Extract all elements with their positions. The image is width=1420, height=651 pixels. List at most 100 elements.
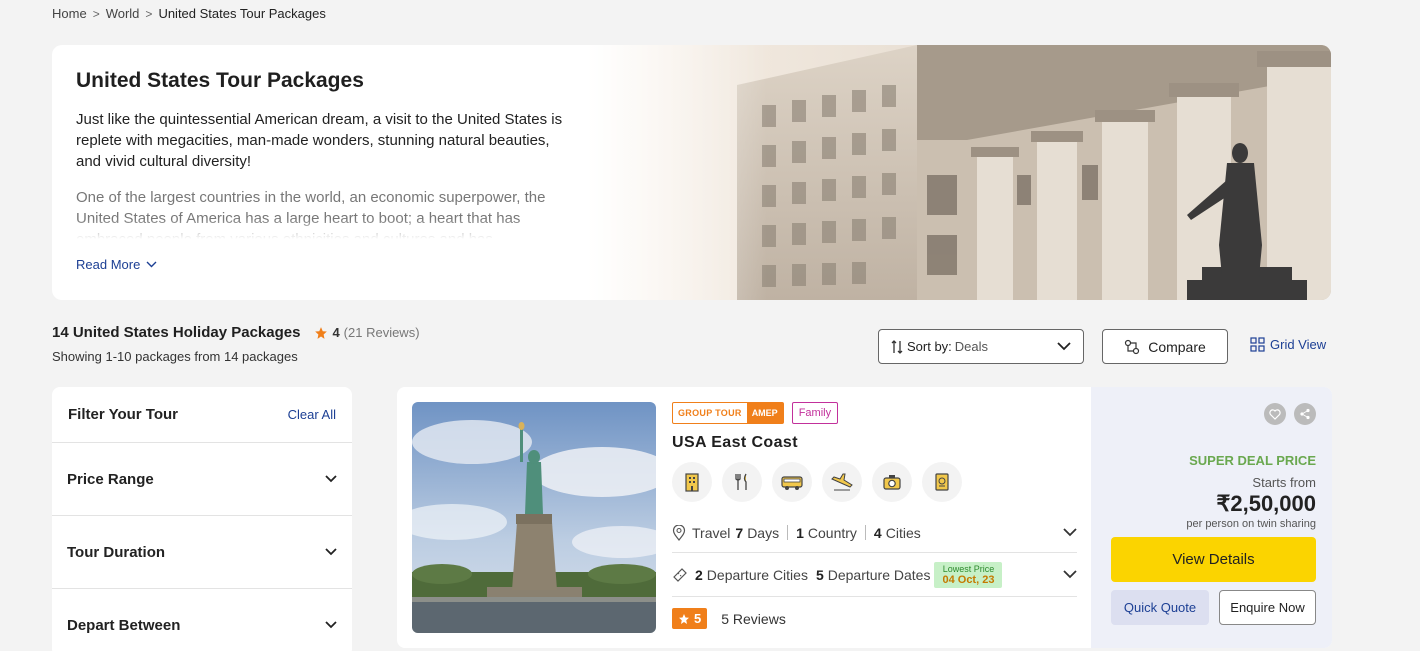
package-card: GROUP TOUR AMEP Family USA East Coast Tr… <box>397 387 1332 648</box>
overall-rating: 4 (21 Reviews) <box>314 325 420 340</box>
filter-panel: Filter Your Tour Clear All Price Range T… <box>52 387 352 651</box>
star-icon <box>315 326 328 339</box>
results-summary: 14 United States Holiday Packages 4 (21 … <box>52 324 420 364</box>
filter-tour-duration[interactable]: Tour Duration <box>52 516 352 589</box>
grid-view-label: Grid View <box>1270 337 1327 352</box>
results-heading: 14 United States Holiday Packages 4 (21 … <box>52 324 420 341</box>
breadcrumb-home[interactable]: Home <box>52 6 87 21</box>
bus-icon <box>772 462 812 502</box>
travel-label: Travel <box>692 524 731 541</box>
package-reviews-link[interactable]: 5 Reviews <box>721 611 786 627</box>
breadcrumb-separator: > <box>92 6 100 21</box>
rating-value: 4 <box>332 325 340 340</box>
hero-text: United States Tour Packages Just like th… <box>76 69 576 272</box>
days-value: 7 <box>735 524 744 541</box>
share-icon[interactable] <box>1294 403 1316 425</box>
family-tag: Family <box>791 402 839 424</box>
hero-description-text: One of the largest countries in the worl… <box>76 189 546 239</box>
package-price: ₹2,50,000 <box>1216 491 1316 516</box>
chevron-down-icon <box>1057 342 1071 351</box>
cities-value: 4 <box>873 524 882 541</box>
tag-group-label: GROUP TOUR <box>678 408 742 418</box>
filter-title: Filter Your Tour <box>68 406 179 423</box>
group-tour-tag: GROUP TOUR AMEP <box>672 402 784 424</box>
sort-icon <box>891 339 903 354</box>
price-panel: SUPER DEAL PRICE Starts from ₹2,50,000 p… <box>1091 387 1332 648</box>
secondary-actions: Quick Quote Enquire Now <box>1111 590 1316 625</box>
package-image[interactable] <box>412 402 656 633</box>
cities-label: Cities <box>885 524 921 541</box>
results-count-title: 14 United States Holiday Packages <box>52 324 301 341</box>
departure-cities-label: Departure Cities <box>706 566 808 583</box>
breadcrumb-separator: > <box>145 6 153 21</box>
enquire-now-button[interactable]: Enquire Now <box>1219 590 1316 625</box>
grid-view-toggle[interactable]: Grid View <box>1250 337 1326 352</box>
price-note: per person on twin sharing <box>1186 518 1316 530</box>
filter-label: Tour Duration <box>67 543 166 561</box>
location-pin-icon <box>672 524 686 541</box>
read-more-link[interactable]: Read More <box>76 257 576 272</box>
ticket-icon <box>673 567 687 582</box>
departure-cities-value: 2 <box>695 566 703 583</box>
departure-info-row[interactable]: 2 Departure Cities 5 Departure Dates Low… <box>672 553 1077 597</box>
chevron-down-icon <box>1063 528 1077 537</box>
chevron-down-icon <box>325 475 337 483</box>
showing-count: Showing 1-10 packages from 14 packages <box>52 349 298 364</box>
compare-button[interactable]: Compare <box>1102 329 1228 364</box>
breadcrumb: Home > World > United States Tour Packag… <box>52 6 326 21</box>
chevron-down-icon <box>325 621 337 629</box>
flight-icon <box>822 462 862 502</box>
view-details-button[interactable]: View Details <box>1111 537 1316 582</box>
deal-label: SUPER DEAL PRICE <box>1189 453 1316 468</box>
package-title[interactable]: USA East Coast <box>672 434 1077 452</box>
quick-quote-button[interactable]: Quick Quote <box>1111 590 1209 625</box>
read-more-label: Read More <box>76 257 141 272</box>
hero-intro: Just like the quintessential American dr… <box>76 111 563 170</box>
lowest-price-badge: Lowest Price 04 Oct, 23 <box>934 561 1003 588</box>
lowest-price-date: 04 Oct, 23 <box>942 573 995 586</box>
hotel-icon <box>672 462 712 502</box>
travel-info-row[interactable]: Travel 7 Days 1 Country 4 Cities <box>672 513 1077 553</box>
starts-from-label: Starts from <box>1252 475 1316 490</box>
grid-icon <box>1250 337 1265 352</box>
chevron-down-icon <box>325 548 337 556</box>
chevron-down-icon <box>146 261 157 268</box>
sort-value: Deals <box>954 339 989 354</box>
days-label: Days <box>747 524 780 541</box>
sort-dropdown[interactable]: Sort by: Deals <box>878 329 1084 364</box>
countries-value: 1 <box>796 524 804 541</box>
filter-header: Filter Your Tour Clear All <box>52 387 352 443</box>
compare-icon <box>1125 339 1140 354</box>
page-title: United States Tour Packages <box>76 69 364 92</box>
filter-depart-between[interactable]: Depart Between <box>52 589 352 651</box>
divider <box>864 525 866 540</box>
compare-label: Compare <box>1148 338 1206 355</box>
reviews-count: (21 Reviews) <box>343 325 420 340</box>
meals-icon <box>722 462 762 502</box>
hero-description: One of the largest countries in the worl… <box>76 187 576 239</box>
breadcrumb-current: United States Tour Packages <box>158 6 326 21</box>
lowest-price-label: Lowest Price <box>942 563 995 574</box>
package-rating-badge: 5 <box>672 608 708 629</box>
tag-code: AMEP <box>746 403 783 423</box>
breadcrumb-world[interactable]: World <box>106 6 140 21</box>
filter-label: Price Range <box>67 470 154 488</box>
package-details: GROUP TOUR AMEP Family USA East Coast Tr… <box>672 402 1077 629</box>
sightseeing-icon <box>872 462 912 502</box>
package-rating-value: 5 <box>694 611 702 626</box>
wishlist-heart-icon[interactable] <box>1264 403 1286 425</box>
filter-price-range[interactable]: Price Range <box>52 443 352 516</box>
sort-label: Sort by: <box>907 339 952 354</box>
clear-all-link[interactable]: Clear All <box>288 407 336 422</box>
filter-label: Depart Between <box>67 616 181 634</box>
hero-fade <box>587 45 767 300</box>
chevron-down-icon <box>1063 570 1077 579</box>
card-actions <box>1111 403 1316 425</box>
visa-icon <box>922 462 962 502</box>
package-tags: GROUP TOUR AMEP Family <box>672 402 1077 424</box>
package-reviews: 5 5 Reviews <box>672 608 1077 629</box>
star-icon <box>679 613 689 624</box>
divider <box>787 525 789 540</box>
inclusions-icons <box>672 462 1077 502</box>
departure-dates-value: 5 <box>815 566 824 583</box>
